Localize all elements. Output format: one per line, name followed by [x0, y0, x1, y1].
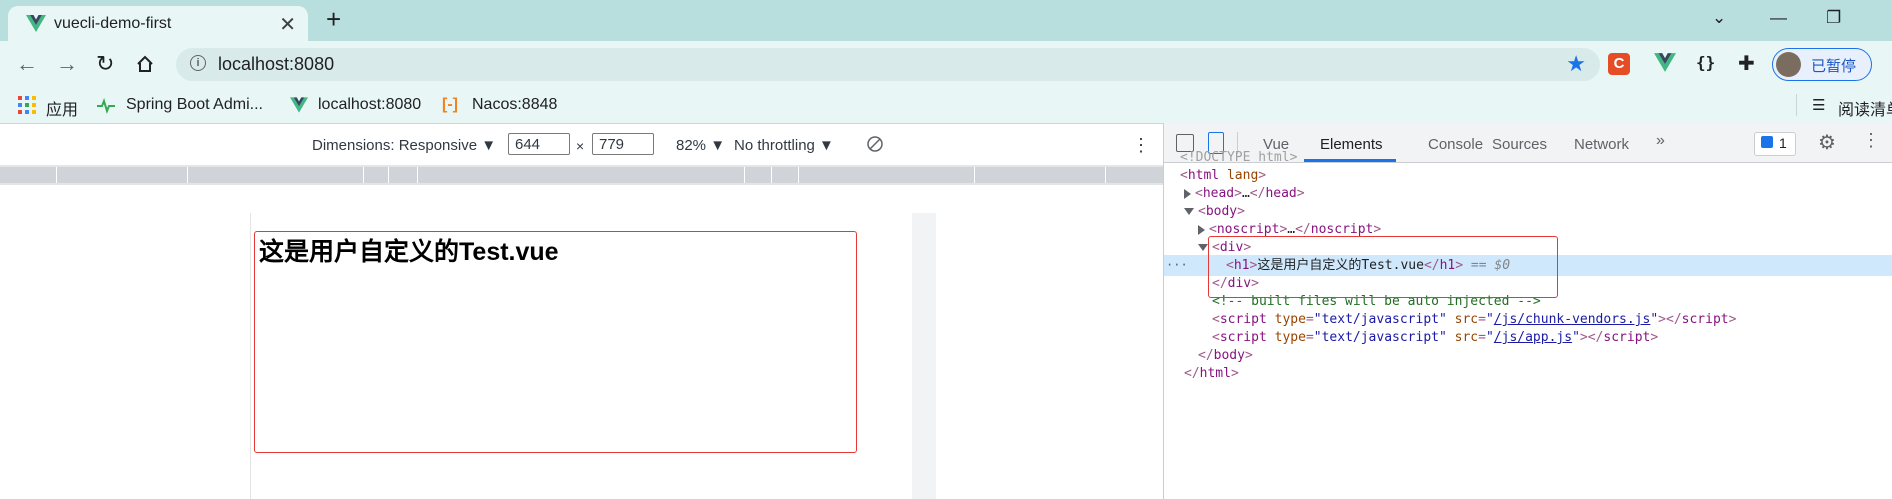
tab-elements[interactable]: Elements	[1320, 136, 1383, 153]
browser-tab[interactable]: vuecli-demo-first ✕	[8, 6, 308, 41]
bookmark-star-icon[interactable]: ★	[1566, 51, 1586, 77]
reading-list-label[interactable]: 阅读清单	[1838, 96, 1892, 120]
vue-devtools-extension-icon[interactable]	[1654, 53, 1676, 72]
json-extension-icon[interactable]: {}	[1696, 53, 1715, 72]
issues-count: 1	[1779, 135, 1787, 151]
bookmark-localhost[interactable]: localhost:8080	[318, 96, 421, 114]
vue-logo-icon	[26, 15, 46, 32]
extensions-puzzle-icon[interactable]: ✚	[1738, 51, 1755, 76]
bookmark-separator	[1796, 94, 1797, 116]
bookmark-spring-boot-admin[interactable]: Spring Boot Admi...	[126, 96, 263, 114]
media-query-segment[interactable]	[418, 167, 745, 183]
message-icon	[1761, 136, 1773, 148]
media-query-segment[interactable]	[1106, 167, 1164, 183]
spring-boot-admin-icon	[97, 98, 115, 114]
collapse-triangle-icon[interactable]	[1198, 244, 1208, 251]
tab-network[interactable]: Network	[1574, 136, 1629, 153]
row-options-icon[interactable]: ···	[1166, 255, 1188, 276]
script-src-link[interactable]: /js/app.js	[1494, 330, 1572, 345]
address-bar[interactable]: i localhost:8080 ★	[176, 48, 1600, 81]
height-input[interactable]: 779	[592, 133, 654, 155]
bookmarks-bar: 应用 Spring Boot Admi... localhost:8080 [-…	[0, 88, 1892, 124]
media-query-segment[interactable]	[772, 167, 799, 183]
dom-line-html-close[interactable]: </html>	[1184, 363, 1239, 384]
media-query-segment[interactable]	[975, 167, 1106, 183]
tab-sources[interactable]: Sources	[1492, 136, 1547, 153]
media-query-segment[interactable]	[188, 167, 364, 183]
device-toolbar: Dimensions: Responsive ▼ 644 × 779 82% ▼…	[0, 131, 1163, 159]
extension-c-icon[interactable]: C	[1608, 53, 1630, 75]
bookmark-apps[interactable]: 应用	[46, 96, 78, 120]
profile-button[interactable]: 已暂停	[1772, 48, 1872, 81]
issues-badge[interactable]: 1	[1754, 132, 1796, 156]
collapse-triangle-icon[interactable]	[1184, 208, 1194, 215]
avatar	[1776, 52, 1801, 77]
expand-triangle-icon[interactable]	[1184, 188, 1191, 199]
url-text[interactable]: localhost:8080	[218, 54, 334, 75]
gear-icon[interactable]: ⚙	[1818, 130, 1836, 155]
media-query-segment[interactable]	[0, 167, 57, 183]
home-icon[interactable]	[136, 55, 154, 73]
reload-icon[interactable]: ↻	[96, 51, 114, 77]
rotate-icon[interactable]	[866, 135, 884, 153]
profile-status: 已暂停	[1811, 58, 1857, 75]
bookmark-nacos[interactable]: Nacos:8848	[472, 96, 557, 114]
active-tab-indicator	[1304, 159, 1396, 162]
dom-line-script-2[interactable]: <script type="text/javascript" src="/js/…	[1212, 327, 1658, 348]
info-icon[interactable]: i	[190, 55, 206, 71]
nacos-icon: [-]	[442, 96, 458, 113]
forward-arrow-icon[interactable]: →	[56, 51, 78, 77]
dom-tree: ··· <!DOCTYPE html> <html lang> <head>…<…	[1164, 150, 1892, 499]
media-query-segment[interactable]	[389, 167, 418, 183]
close-tab-icon[interactable]: ✕	[279, 12, 296, 37]
devtools-menu-icon[interactable]: ⋮	[1862, 130, 1880, 151]
device-scrollbar[interactable]	[912, 213, 936, 499]
browser-toolbar: ← → ↻ i localhost:8080 ★ C {} ✚ 已暂停 ⋮	[0, 41, 1892, 88]
vue-logo-icon	[290, 97, 308, 113]
throttling-select[interactable]: No throttling ▼	[734, 137, 834, 154]
expand-triangle-icon[interactable]	[1198, 224, 1205, 235]
media-query-segment[interactable]	[57, 167, 188, 183]
tab-console[interactable]: Console	[1428, 136, 1483, 153]
dimensions-select[interactable]: Dimensions: Responsive ▼	[312, 137, 496, 154]
annotation-dom-box	[1208, 236, 1558, 298]
new-tab-button[interactable]: +	[326, 6, 341, 32]
tab-strip: vuecli-demo-first ✕ + ⌄ — ❐	[0, 0, 1892, 41]
browser-menu-icon[interactable]: ⋮	[1884, 53, 1892, 78]
width-input[interactable]: 644	[508, 133, 570, 155]
restore-icon[interactable]: ❐	[1826, 8, 1841, 28]
device-toolbar-more-icon[interactable]: ⋮	[1132, 135, 1150, 156]
minimize-icon[interactable]: —	[1770, 8, 1787, 28]
annotation-highlight-box	[254, 231, 857, 453]
media-query-segment[interactable]	[364, 167, 389, 183]
reading-list-icon[interactable]: ☰	[1812, 96, 1825, 114]
tab-title: vuecli-demo-first	[54, 15, 172, 32]
zoom-select[interactable]: 82% ▼	[676, 137, 725, 154]
media-query-segment[interactable]	[799, 167, 975, 183]
back-arrow-icon[interactable]: ←	[16, 51, 38, 77]
script-src-link[interactable]: /js/chunk-vendors.js	[1494, 312, 1651, 327]
tab-search-chevron-icon[interactable]: ⌄	[1712, 8, 1726, 28]
media-query-bar[interactable]	[0, 165, 1164, 185]
times-sign: ×	[576, 138, 585, 154]
apps-grid-icon[interactable]	[18, 96, 36, 114]
more-tabs-button[interactable]: »	[1656, 132, 1665, 150]
media-query-segment[interactable]	[745, 167, 772, 183]
